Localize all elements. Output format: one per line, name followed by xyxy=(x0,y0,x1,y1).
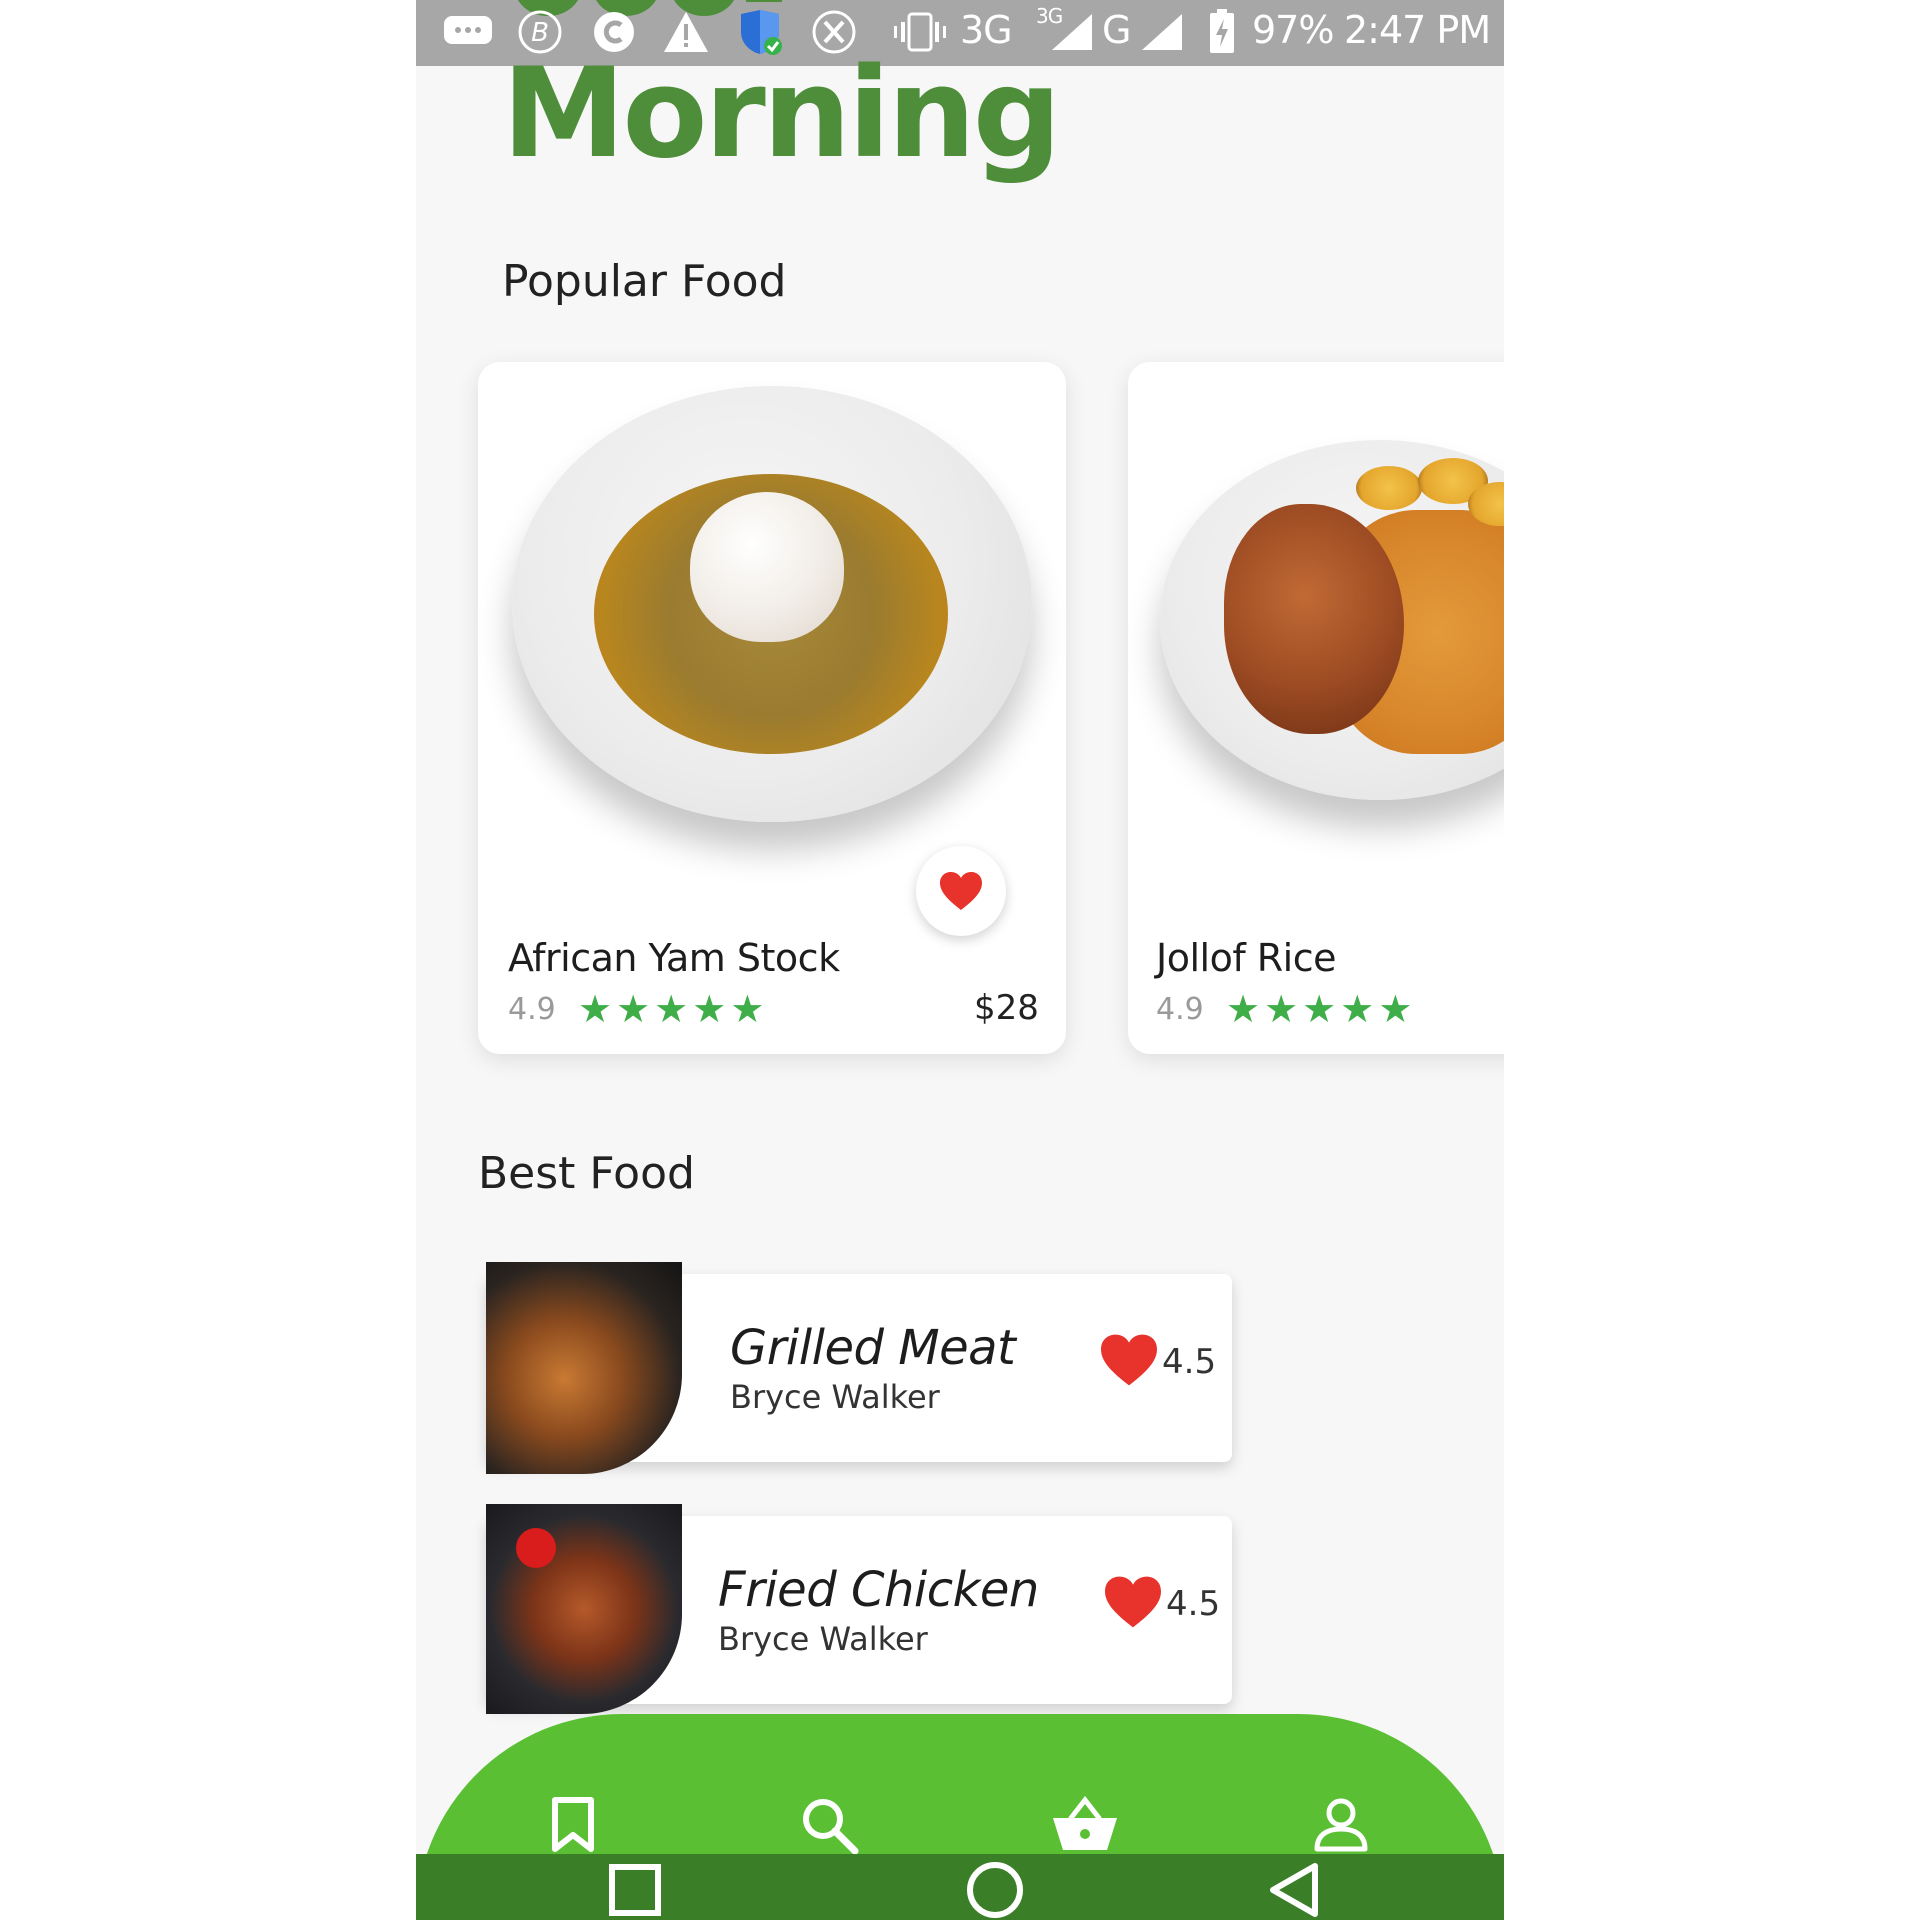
home-icon[interactable] xyxy=(960,1860,1030,1920)
star-rating: ★ ★ ★ ★ ★ xyxy=(578,990,764,1028)
popular-food-card[interactable]: African Yam Stock 4.9 ★ ★ ★ ★ ★ $28 xyxy=(478,362,1066,1054)
food-price: $28 xyxy=(974,988,1039,1028)
back-icon[interactable] xyxy=(1260,1860,1330,1920)
greeting-title: Morning xyxy=(502,42,1062,186)
star-icon: ★ xyxy=(616,987,651,1031)
basket-icon[interactable] xyxy=(1050,1790,1120,1860)
rating-value: 4.9 xyxy=(1156,992,1204,1027)
profile-icon[interactable] xyxy=(1306,1790,1376,1860)
star-icon: ★ xyxy=(1378,987,1413,1031)
food-name: Grilled Meat xyxy=(730,1320,1016,1376)
app-screen: B 3G 3G G 97% 2:47 PM Morning Popular Fo… xyxy=(416,0,1504,1920)
star-icon: ★ xyxy=(1226,987,1261,1031)
popular-food-card[interactable]: Jollof Rice 4.9 ★ ★ ★ ★ ★ xyxy=(1128,362,1504,1054)
food-author: Bryce Walker xyxy=(730,1378,940,1416)
star-icon: ★ xyxy=(730,987,765,1031)
star-icon: ★ xyxy=(1302,987,1337,1031)
star-icon: ★ xyxy=(1264,987,1299,1031)
recent-apps-icon[interactable] xyxy=(600,1860,670,1920)
food-thumbnail xyxy=(486,1504,682,1714)
food-name: African Yam Stock xyxy=(508,936,840,980)
heart-icon xyxy=(940,872,982,910)
food-score: 4.5 xyxy=(1162,1342,1217,1382)
star-icon: ★ xyxy=(692,987,727,1031)
rating-value: 4.9 xyxy=(508,992,556,1027)
battery-charging-icon xyxy=(1206,9,1238,54)
clock: 2:47 PM xyxy=(1344,8,1491,52)
heart-icon xyxy=(1102,1574,1164,1634)
star-rating: ★ ★ ★ ★ ★ xyxy=(1226,990,1412,1028)
star-icon: ★ xyxy=(578,987,613,1031)
food-thumbnail xyxy=(486,1262,682,1474)
food-name: Fried Chicken xyxy=(718,1562,1039,1618)
search-icon[interactable] xyxy=(794,1790,864,1860)
food-name: Jollof Rice xyxy=(1156,936,1337,980)
battery-percent: 97% xyxy=(1252,8,1334,52)
food-score: 4.5 xyxy=(1166,1584,1221,1624)
favorite-button[interactable] xyxy=(916,846,1006,936)
popular-food-title: Popular Food xyxy=(502,256,787,307)
bookmark-icon[interactable] xyxy=(538,1790,608,1860)
star-icon: ★ xyxy=(654,987,689,1031)
heart-icon xyxy=(1098,1332,1160,1392)
food-author: Bryce Walker xyxy=(718,1620,928,1658)
star-icon: ★ xyxy=(1340,987,1375,1031)
signal-icon-2 xyxy=(1138,10,1186,54)
g-network-label: G xyxy=(1102,8,1131,52)
message-icon xyxy=(440,10,496,54)
best-food-title: Best Food xyxy=(478,1148,695,1199)
